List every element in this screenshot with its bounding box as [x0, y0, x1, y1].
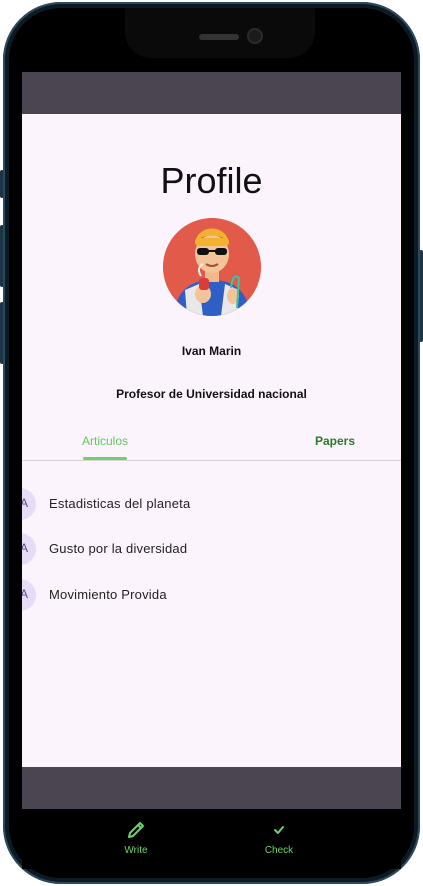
list-item-avatar-letter: A: [22, 541, 28, 555]
list-item-title: Estadisticas del planeta: [49, 496, 191, 511]
profile-avatar: [163, 218, 261, 316]
list-item-avatar-letter: A: [22, 587, 28, 601]
notch: [125, 8, 315, 58]
nav-label-write: Write: [124, 845, 148, 856]
nav-label-check: Check: [264, 845, 294, 856]
bottom-app-strip: [22, 767, 401, 809]
pencil-icon: [128, 822, 144, 838]
user-name: Ivan Marin: [181, 344, 242, 358]
tab-articulos[interactable]: Articulos: [82, 434, 128, 448]
check-icon: [274, 826, 284, 834]
list-item-title: Movimiento Provida: [49, 587, 167, 602]
tab-papers[interactable]: Papers: [315, 434, 355, 448]
front-camera: [249, 30, 261, 42]
user-role: Profesor de Universidad nacional: [116, 387, 307, 401]
app-bar: [22, 72, 401, 114]
list-item[interactable]: A Movimiento Provida: [22, 575, 401, 615]
tab-divider: [22, 460, 401, 461]
list-item-avatar: A: [22, 533, 36, 565]
app-screen: Profile Ivan Marin Profesor de Universid…: [22, 72, 401, 809]
nav-item-write[interactable]: Write: [96, 819, 176, 856]
list-item-avatar: A: [22, 579, 36, 611]
nav-item-check[interactable]: Check: [239, 819, 319, 856]
page-title: Profile: [160, 160, 263, 201]
list-item-title: Gusto por la diversidad: [49, 541, 188, 556]
list-item-avatar: A: [22, 488, 36, 520]
bottom-navigation: Write Check: [22, 809, 401, 869]
list-item-avatar-letter: A: [22, 496, 28, 510]
avatar-illustration: [163, 218, 261, 316]
list-item[interactable]: A Gusto por la diversidad: [22, 529, 401, 569]
list-item[interactable]: A Estadisticas del planeta: [22, 484, 401, 524]
speaker-grille: [199, 34, 239, 40]
